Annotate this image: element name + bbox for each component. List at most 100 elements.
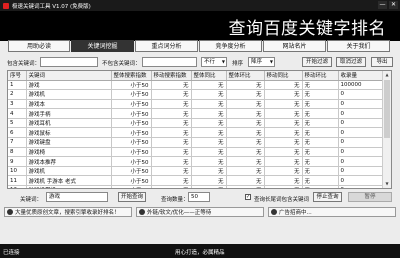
sort-label: 排序 — [232, 61, 244, 67]
keyword-label: 关键词： — [20, 197, 43, 203]
table-row[interactable]: 5 游戏耳机 小于50 无无无无无 0 — [8, 118, 383, 129]
table-cell: 无 — [226, 89, 265, 100]
tab-competition[interactable]: 竞争度分析 — [199, 40, 262, 52]
table-cell: 小于50 — [111, 156, 152, 167]
table-row[interactable]: 4 游戏手柄 小于50 无无无无无 0 — [8, 108, 383, 119]
mode-select-value: 不行 — [204, 59, 216, 65]
export-button[interactable]: 导出 — [371, 57, 393, 67]
table-row[interactable]: 6 游戏鼠标 小于50 无无无无无 0 — [8, 127, 383, 139]
sort-select-value: 降序 — [251, 59, 263, 65]
include-keyword-checkbox[interactable]: ✓ — [245, 194, 251, 200]
ad-text-3: 广告招商中... — [279, 210, 312, 216]
table-cell: 1 — [8, 80, 27, 91]
table-row[interactable]: 1 游戏 小于50 无无无无无 100000 — [8, 80, 383, 91]
column-header[interactable]: 移动环比 — [302, 71, 339, 81]
table-cell: 游戏鼠标 — [26, 127, 112, 139]
table-cell: 0 — [338, 99, 383, 110]
table-cell: 无 — [264, 80, 303, 91]
table-row[interactable]: 7 游戏键盘 小于50 无无无无无 0 — [8, 137, 383, 148]
pause-button[interactable]: 暂停 — [348, 192, 392, 202]
ad-link-3[interactable]: 广告招商中... — [268, 207, 396, 217]
table-cell: 游戏耳机 — [26, 118, 112, 129]
table-cell: 无 — [151, 147, 192, 158]
table-cell: 小于50 — [111, 137, 152, 148]
table-cell: 8 — [8, 147, 27, 158]
tab-guide[interactable]: 用助必读 — [8, 40, 70, 52]
table-cell: 无 — [191, 175, 227, 187]
table-row[interactable]: 2 游戏机 小于50 无无无无无 0 — [8, 89, 383, 100]
column-header[interactable]: 关键词 — [26, 71, 112, 81]
chevron-down-icon: ▼ — [269, 59, 273, 64]
minimize-button[interactable]: — — [378, 1, 387, 9]
table-cell: 游戏 — [26, 80, 112, 91]
cancel-filter-button[interactable]: 取消过滤 — [336, 57, 366, 67]
table-cell: 0 — [338, 185, 383, 188]
tab-keyword-mining[interactable]: 关键词挖掘 — [71, 40, 134, 52]
exclude-label: 不包含关键词： — [102, 61, 141, 67]
scroll-up-icon[interactable]: ▲ — [383, 71, 391, 79]
column-header[interactable]: 整体环比 — [226, 71, 265, 81]
table-cell: 无 — [151, 175, 192, 187]
table-cell: 无 — [151, 99, 192, 110]
table-cell: 0 — [338, 89, 383, 100]
table-row[interactable]: 9 游戏本推荐 小于50 无无无无无 0 — [8, 156, 383, 167]
table-cell: 无 — [302, 185, 339, 188]
keyword-input[interactable]: 游戏 — [46, 192, 108, 202]
table-cell: 0 — [338, 127, 383, 139]
column-header[interactable]: 序号 — [8, 71, 27, 81]
tab-site-card[interactable]: 网站名片 — [263, 40, 326, 52]
ad-link-2[interactable]: 外链/软文/优化——正等待 — [136, 207, 264, 217]
table-cell: 无 — [191, 137, 227, 148]
table-cell: 无 — [264, 175, 303, 187]
table-cell: 无 — [226, 99, 265, 110]
table-row[interactable]: 12游戏机掌机小于50无无无无无0 — [8, 185, 383, 188]
table-cell: 无 — [264, 89, 303, 100]
column-header[interactable]: 移动同比 — [264, 71, 303, 81]
start-filter-button[interactable]: 开始过滤 — [302, 57, 332, 67]
table-cell: 无 — [191, 185, 227, 188]
table-cell: 游戏机 手游本 老式 — [26, 175, 112, 187]
table-row[interactable]: 8 游戏椅 小于50 无无无无无 0 — [8, 147, 383, 158]
column-header[interactable]: 整体搜索指数 — [111, 71, 152, 81]
table-cell: 小于50 — [111, 175, 152, 187]
exclude-keyword-input[interactable] — [142, 57, 197, 67]
include-label: 包含关键词： — [7, 61, 41, 67]
tab-about[interactable]: 关于我们 — [327, 40, 390, 52]
table-cell: 无 — [302, 166, 339, 177]
scroll-thumb[interactable] — [384, 80, 390, 138]
table-cell: 无 — [151, 137, 192, 148]
column-header[interactable]: 收录量 — [338, 71, 383, 81]
table-cell: 无 — [191, 89, 227, 100]
start-query-button[interactable]: 开始查询 — [118, 192, 146, 202]
ad-link-1[interactable]: 大量优质原创文章，搜索引擎收录好排名！ — [4, 207, 132, 217]
table-cell: 无 — [226, 185, 265, 188]
ad-bar: 大量优质原创文章，搜索引擎收录好排名！ 外链/软文/优化——正等待 广告招商中.… — [0, 206, 400, 218]
table-cell: 无 — [151, 127, 192, 139]
table-cell: 无 — [264, 185, 303, 188]
table-row[interactable]: 3 游戏本 小于50 无无无无无 0 — [8, 99, 383, 110]
mode-select[interactable]: 不行 ▼ — [201, 57, 227, 67]
table-cell: 11 — [8, 175, 27, 187]
column-header[interactable]: 移动搜索指数 — [151, 71, 192, 81]
table-row[interactable]: 11 游戏机 手游本 老式 小于50 无无无无无 0 — [8, 175, 383, 187]
include-keyword-input[interactable] — [40, 57, 98, 67]
table-cell: 0 — [338, 108, 383, 119]
stop-query-button[interactable]: 停止查询 — [313, 192, 342, 202]
column-header[interactable]: 整体同比 — [191, 71, 227, 81]
close-button[interactable]: ✕ — [389, 1, 398, 9]
table-cell: 小于50 — [111, 89, 152, 100]
scroll-down-icon[interactable]: ▼ — [383, 180, 391, 188]
slogan-text: 用心打造，必属精品 — [175, 250, 225, 256]
table-cell: 无 — [226, 175, 265, 187]
tab-key-analysis[interactable]: 重点词分析 — [135, 40, 198, 52]
count-input[interactable]: 50 — [188, 192, 210, 202]
table-cell: 无 — [191, 156, 227, 167]
sort-select[interactable]: 降序 ▼ — [248, 57, 275, 67]
table-cell: 无 — [226, 127, 265, 139]
table-cell: 无 — [226, 118, 265, 129]
query-bar: 关键词： 游戏 开始查询 查询数量： 50 ✓ 查询长尾词包含关键词 停止查询 … — [0, 190, 400, 204]
table-cell: 无 — [151, 108, 192, 119]
table-cell: 游戏键盘 — [26, 137, 112, 148]
table-row[interactable]: 10 游戏机 小于50 无无无无无 0 — [8, 166, 383, 177]
vertical-scrollbar[interactable]: ▲ ▼ — [382, 71, 391, 188]
